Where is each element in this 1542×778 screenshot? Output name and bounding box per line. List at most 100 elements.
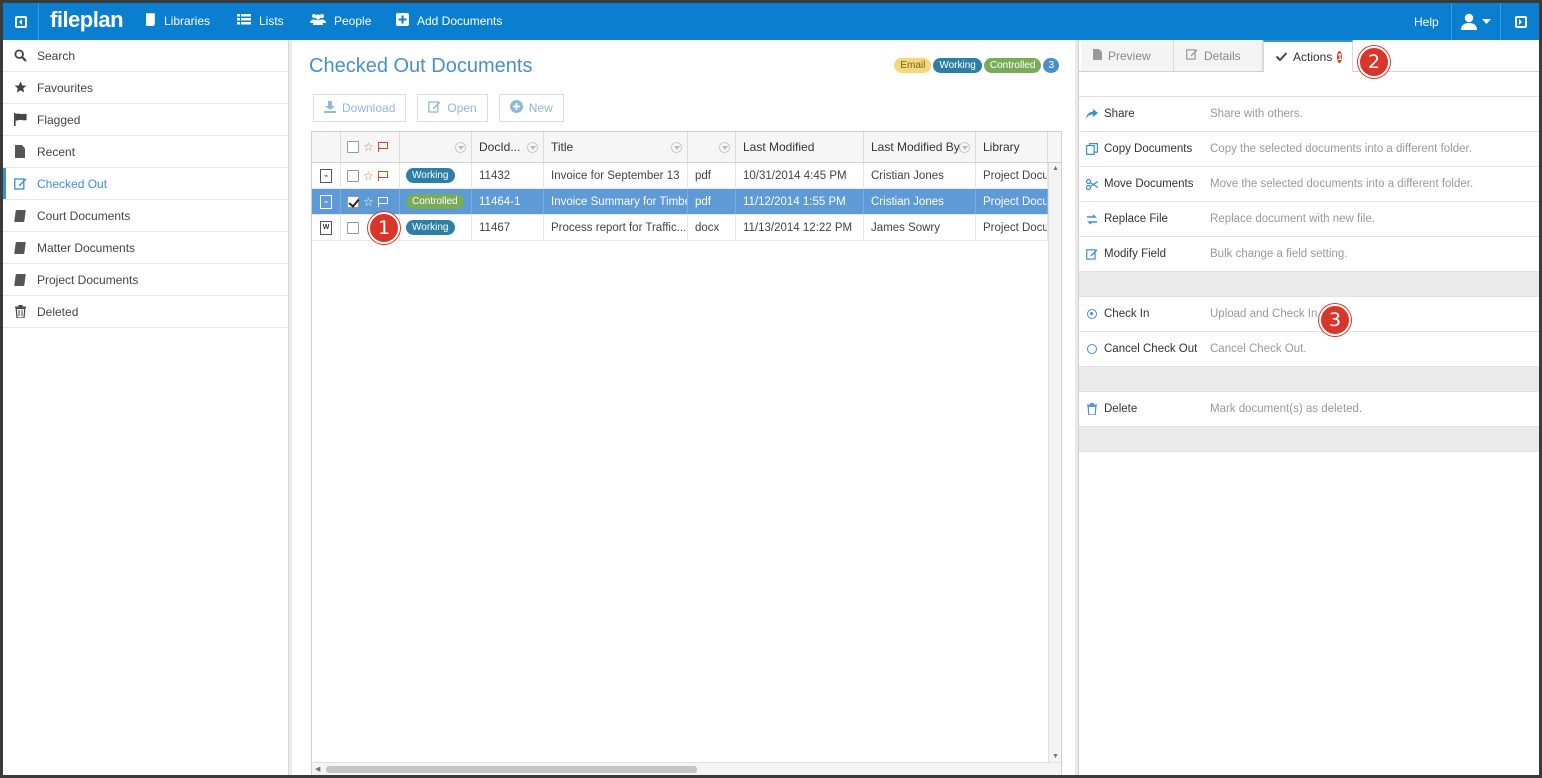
filter-icon[interactable] <box>527 142 538 153</box>
action-replace-file[interactable]: Replace File Replace document with new f… <box>1079 202 1539 237</box>
nav-people[interactable]: People <box>310 13 371 28</box>
sidebar: Search Favourites Flagged Recent Checked… <box>3 40 292 775</box>
download-button[interactable]: Download <box>313 94 407 122</box>
sidebar-item-matter-documents[interactable]: Matter Documents <box>3 232 288 264</box>
filter-icon[interactable] <box>671 142 682 153</box>
action-share[interactable]: Share Share with others. <box>1079 97 1539 132</box>
cell-title: Invoice Summary for Timber <box>544 189 688 214</box>
action-modify-field[interactable]: Modify Field Bulk change a field setting… <box>1079 237 1539 272</box>
copy-icon <box>1086 143 1098 155</box>
header-last-modified-by-label: Last Modified By <box>871 140 960 154</box>
row-checkbox[interactable] <box>347 169 359 182</box>
vertical-scrollbar[interactable]: ▲ ▼ <box>1048 163 1061 775</box>
help-link[interactable]: Help <box>1414 15 1439 29</box>
header-last-modified-label: Last Modified <box>743 140 815 154</box>
star-icon[interactable]: ☆ <box>363 196 374 208</box>
header-library[interactable]: Library <box>976 132 1048 162</box>
legend-controlled-badge: Controlled <box>983 58 1042 73</box>
filter-icon[interactable] <box>719 142 730 153</box>
sidebar-item-label: Project Documents <box>37 272 139 287</box>
nav-add-documents[interactable]: Add Documents <box>396 13 502 29</box>
action-name: Move Documents <box>1104 178 1194 190</box>
download-icon <box>324 100 336 116</box>
tab-actions[interactable]: Actions 1 <box>1263 40 1353 72</box>
pdf-file-icon: ⌁ <box>312 163 341 188</box>
action-delete[interactable]: Delete Mark document(s) as deleted. <box>1079 392 1539 427</box>
sidebar-item-checked-out[interactable]: Checked Out <box>3 168 288 200</box>
star-icon[interactable]: ☆ <box>363 141 374 153</box>
status-legend: Email Working Controlled 3 <box>894 58 1059 73</box>
cell-library: Project Documents <box>976 163 1048 188</box>
download-button-label: Download <box>342 101 396 115</box>
collapse-right-icon <box>1515 15 1527 28</box>
sidebar-item-flagged[interactable]: Flagged <box>3 104 288 136</box>
flag-icon[interactable] <box>377 170 388 181</box>
action-name: Replace File <box>1104 213 1168 225</box>
action-description: Copy the selected documents into a diffe… <box>1210 143 1472 155</box>
collapse-left-panel-button[interactable] <box>3 3 39 40</box>
horizontal-scrollbar[interactable]: ◀ <box>312 762 1061 775</box>
sidebar-item-recent[interactable]: Recent <box>3 136 288 168</box>
tab-preview[interactable]: Preview <box>1081 40 1174 71</box>
new-button-label: New <box>528 101 553 115</box>
table-row[interactable]: W Working 11467 Process report for Traff… <box>312 215 1061 241</box>
sidebar-item-deleted[interactable]: Deleted <box>3 296 288 328</box>
cell-title: Process report for Traffic... <box>544 215 688 240</box>
filter-icon[interactable] <box>959 142 970 153</box>
cell-last-modified: 10/31/2014 4:45 PM <box>736 163 864 188</box>
cell-library: Project Documents <box>976 189 1048 214</box>
action-move-documents[interactable]: Move Documents Move the selected documen… <box>1079 167 1539 202</box>
status-badge: Working <box>406 220 455 235</box>
nav-libraries[interactable]: Libraries <box>144 13 210 29</box>
row-checkbox[interactable] <box>347 221 359 234</box>
app-window: fileplan Libraries Lists People Add Docu… <box>3 3 1539 775</box>
sidebar-item-label: Matter Documents <box>37 240 136 255</box>
select-all-checkbox[interactable] <box>347 141 359 153</box>
table-row[interactable]: ⌁ ☆ Working 11432 Invoice for September … <box>312 163 1061 189</box>
action-copy-documents[interactable]: Copy Documents Copy the selected documen… <box>1079 132 1539 167</box>
sidebar-item-favourites[interactable]: Favourites <box>3 72 288 104</box>
row-checkbox[interactable] <box>347 195 359 208</box>
action-check-in[interactable]: Check In Upload and Check In. <box>1079 297 1539 332</box>
scroll-down-icon[interactable]: ▼ <box>1052 753 1059 760</box>
table-header: ☆ DocId... Title Last Modified Last Modi… <box>312 132 1061 163</box>
user-menu-button[interactable] <box>1451 3 1501 40</box>
tab-details-label: Details <box>1204 48 1241 63</box>
header-last-modified[interactable]: Last Modified <box>736 132 864 162</box>
fileplan-logo[interactable]: fileplan <box>50 7 124 33</box>
status-badge: Working <box>406 168 455 183</box>
action-cancel-check-out[interactable]: Cancel Check Out Cancel Check Out. <box>1079 332 1539 367</box>
star-icon[interactable]: ☆ <box>363 170 374 182</box>
collapse-right-panel-button[interactable] <box>1503 3 1539 40</box>
scroll-left-icon[interactable]: ◀ <box>315 765 320 773</box>
flag-icon[interactable] <box>377 142 388 152</box>
tab-details[interactable]: Details <box>1174 40 1263 71</box>
cell-docid: 11464-1 <box>472 189 544 214</box>
legend-working-badge: Working <box>933 58 982 73</box>
sidebar-item-court-documents[interactable]: Court Documents <box>3 200 288 232</box>
header-docid[interactable]: DocId... <box>472 132 544 162</box>
callout-3: 3 <box>1319 304 1351 336</box>
cell-docid: 11467 <box>472 215 544 240</box>
filter-icon[interactable] <box>455 142 466 153</box>
cell-docid: 11432 <box>472 163 544 188</box>
table-row-selected[interactable]: ⌁ ☆ Controlled 11464-1 Invoice Summary f… <box>312 189 1061 215</box>
open-button[interactable]: Open <box>417 94 488 122</box>
new-button[interactable]: New <box>498 94 564 122</box>
sidebar-item-search[interactable]: Search <box>3 40 288 72</box>
horizontal-scroll-thumb[interactable] <box>326 766 697 773</box>
flag-icon[interactable] <box>377 196 388 207</box>
cell-title: Invoice for September 13 <box>544 163 688 188</box>
sidebar-item-label: Favourites <box>37 80 94 95</box>
nav-libraries-label: Libraries <box>164 14 211 28</box>
trash-icon <box>1086 403 1098 415</box>
header-type[interactable] <box>688 132 736 162</box>
scroll-up-icon[interactable]: ▲ <box>1052 165 1059 172</box>
header-status[interactable] <box>400 132 472 162</box>
header-last-modified-by[interactable]: Last Modified By <box>864 132 976 162</box>
header-title[interactable]: Title <box>544 132 688 162</box>
collapse-left-icon <box>14 15 27 28</box>
sidebar-item-project-documents[interactable]: Project Documents <box>3 264 288 296</box>
plus-square-icon <box>396 13 409 29</box>
nav-lists[interactable]: Lists <box>237 13 284 28</box>
